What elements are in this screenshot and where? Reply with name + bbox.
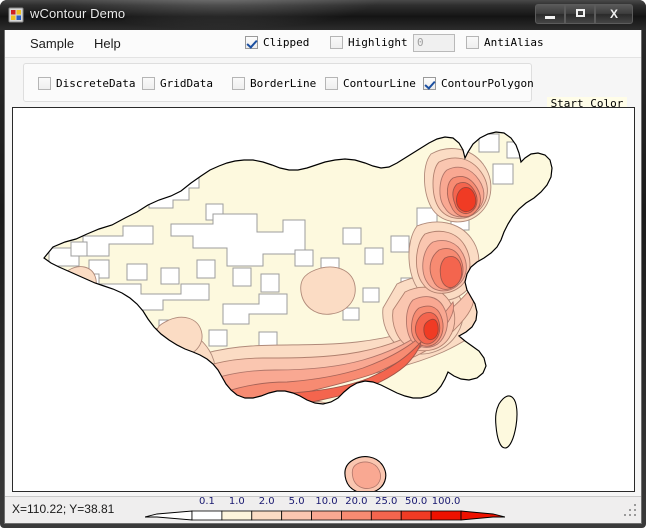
legend-bar-svg [145, 509, 505, 522]
legend-tick-label: 1.0 [229, 496, 245, 507]
legend-swatch [222, 511, 252, 520]
app-grid-icon [8, 7, 24, 23]
legend-low-arrow [145, 511, 192, 520]
checkbox-contourline-box[interactable] [325, 77, 338, 90]
minimize-button[interactable] [535, 4, 565, 24]
options-group-box: DiscreteData GridData BorderLine Contour… [23, 63, 532, 102]
checkbox-contourpolygon[interactable]: ContourPolygon [423, 77, 534, 90]
hainan-island [345, 457, 386, 491]
application-window: wContour Demo X Sample Help Clipped High… [0, 0, 646, 528]
checkbox-borderline[interactable]: BorderLine [232, 77, 316, 90]
maximize-icon [576, 9, 585, 17]
legend-tick-label: 0.1 [199, 496, 215, 507]
legend-swatch [252, 511, 282, 520]
legend-high-arrow [461, 511, 505, 520]
checkbox-discretedata-box[interactable] [38, 77, 51, 90]
menu-item-sample[interactable]: Sample [25, 35, 79, 52]
checkbox-griddata-label: GridData [160, 77, 213, 90]
title-bar[interactable]: wContour Demo X [0, 0, 646, 30]
color-legend: 0.1 1.0 2.0 5.0 10.0 20.0 25.0 50.0 100.0 [145, 496, 505, 522]
checkbox-clipped-label: Clipped [263, 36, 309, 49]
legend-swatch [282, 511, 312, 520]
checkbox-discretedata-label: DiscreteData [56, 77, 135, 90]
minimize-icon [545, 16, 555, 19]
checkbox-borderline-label: BorderLine [250, 77, 316, 90]
legend-swatch [401, 511, 431, 520]
resize-grip-dot [629, 509, 631, 511]
maximize-button[interactable] [565, 4, 595, 24]
checkbox-antialias-label: AntiAlias [484, 36, 544, 49]
checkbox-clipped[interactable]: Clipped [245, 36, 309, 49]
checkbox-antialias-box[interactable] [466, 36, 479, 49]
legend-tick-label: 10.0 [315, 496, 337, 507]
resize-grip-dot [634, 514, 636, 516]
resize-grip-dot [624, 514, 626, 516]
checkbox-discretedata[interactable]: DiscreteData [38, 77, 135, 90]
resize-grip-dot [634, 509, 636, 511]
window-title: wContour Demo [30, 6, 125, 21]
legend-label-row: 0.1 1.0 2.0 5.0 10.0 20.0 25.0 50.0 100.0 [145, 496, 505, 509]
contour-map-svg [13, 108, 634, 491]
checkbox-antialias[interactable]: AntiAlias [466, 36, 544, 49]
checkbox-highlight-label: Highlight [348, 36, 408, 49]
checkbox-contourpolygon-label: ContourPolygon [441, 77, 534, 90]
legend-swatch [192, 511, 222, 520]
legend-tick-label: 25.0 [375, 496, 397, 507]
resize-grip-dot [634, 504, 636, 506]
legend-color-bar [145, 509, 505, 522]
close-button[interactable]: X [595, 4, 633, 24]
checkbox-contourline[interactable]: ContourLine [325, 77, 416, 90]
checkbox-borderline-box[interactable] [232, 77, 245, 90]
legend-tick-label: 2.0 [259, 496, 275, 507]
resize-grip-dot [629, 514, 631, 516]
checkbox-highlight[interactable]: Highlight [330, 36, 408, 49]
client-area: Sample Help Clipped Highlight 0 AntiAlia… [4, 30, 642, 524]
legend-swatch [341, 511, 371, 520]
checkbox-highlight-box[interactable] [330, 36, 343, 49]
checkbox-clipped-box[interactable] [245, 36, 258, 49]
checkbox-griddata-box[interactable] [142, 77, 155, 90]
checkbox-contourline-label: ContourLine [343, 77, 416, 90]
status-coordinates: X=110.22; Y=38.81 [12, 502, 114, 516]
menu-item-help[interactable]: Help [89, 35, 126, 52]
legend-tick-label: 100.0 [432, 496, 461, 507]
legend-swatch [312, 511, 342, 520]
checkbox-contourpolygon-box[interactable] [423, 77, 436, 90]
legend-tick-label: 5.0 [289, 496, 305, 507]
legend-tick-label: 50.0 [405, 496, 427, 507]
contour-map-panel[interactable] [12, 107, 635, 492]
legend-swatch [371, 511, 401, 520]
highlight-input[interactable]: 0 [413, 34, 455, 52]
legend-tick-label: 20.0 [345, 496, 367, 507]
checkbox-griddata[interactable]: GridData [142, 77, 213, 90]
legend-swatch [431, 511, 461, 520]
menu-bar: Sample Help Clipped Highlight 0 AntiAlia… [5, 30, 641, 58]
